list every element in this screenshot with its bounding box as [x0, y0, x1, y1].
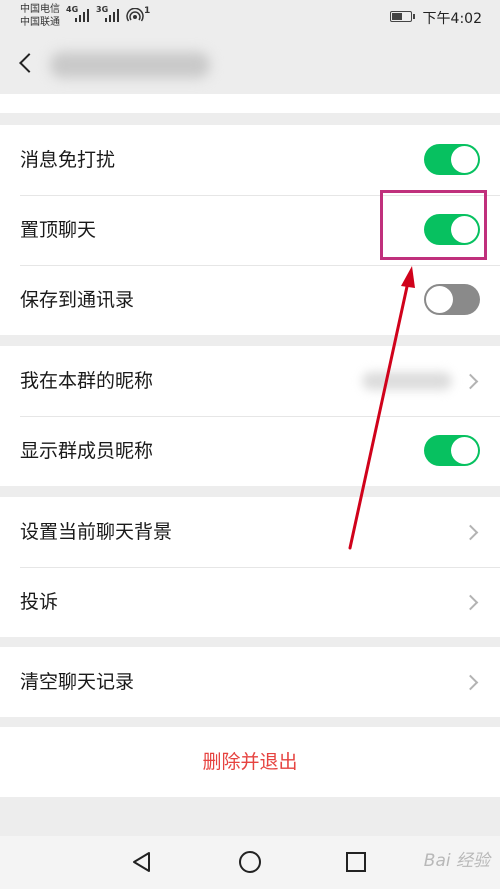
chevron-right-icon — [462, 524, 479, 541]
battery-icon — [390, 11, 415, 22]
hotspot-badge: 1 — [144, 6, 151, 16]
row-save-contacts[interactable]: 保存到通讯录 — [0, 265, 500, 335]
pin-chat-label: 置顶聊天 — [20, 219, 97, 241]
chevron-right-icon — [462, 594, 479, 611]
row-chat-background[interactable]: 设置当前聊天背景 — [0, 497, 500, 567]
delete-and-exit-label: 删除并退出 — [202, 751, 298, 773]
nav-recent-apps-icon[interactable] — [344, 850, 368, 874]
settings-group-5: 删除并退出 — [0, 727, 500, 797]
show-member-names-toggle[interactable] — [424, 435, 480, 466]
row-show-member-names[interactable]: 显示群成员昵称 — [0, 416, 500, 486]
carrier-labels: 中国电信 中国联通 — [20, 3, 60, 29]
settings-group-3: 设置当前聊天背景 投诉 — [0, 497, 500, 637]
signal-icon-2 — [105, 9, 119, 22]
show-member-names-label: 显示群成员昵称 — [20, 440, 154, 462]
row-mute[interactable]: 消息免打扰 — [0, 125, 500, 195]
save-contacts-toggle[interactable] — [424, 284, 480, 315]
mute-label: 消息免打扰 — [20, 149, 116, 171]
back-arrow-icon[interactable] — [19, 53, 39, 73]
status-bar: 中国电信 中国联通 4G 3G 1 下午4:02 — [0, 0, 500, 36]
nav-back-icon[interactable] — [130, 850, 154, 874]
title-bar — [0, 36, 500, 94]
row-complain[interactable]: 投诉 — [0, 567, 500, 637]
carrier-1: 中国电信 — [20, 4, 60, 15]
row-clear-history[interactable]: 清空聊天记录 — [0, 647, 500, 717]
group-partial — [0, 94, 500, 113]
mute-toggle[interactable] — [424, 144, 480, 175]
blurred-chat-title — [50, 52, 210, 78]
annotation-highlight-box — [380, 190, 487, 260]
clear-history-label: 清空聊天记录 — [20, 671, 135, 693]
chat-background-label: 设置当前聊天背景 — [20, 521, 173, 543]
save-contacts-label: 保存到通讯录 — [20, 289, 135, 311]
blurred-nickname-value — [362, 372, 452, 390]
row-my-nickname[interactable]: 我在本群的昵称 — [0, 346, 500, 416]
settings-group-4: 清空聊天记录 — [0, 647, 500, 717]
settings-group-2: 我在本群的昵称 显示群成员昵称 — [0, 346, 500, 486]
system-nav-bar: Bai 经验 — [0, 836, 500, 889]
complain-label: 投诉 — [20, 591, 59, 613]
carrier-2: 中国联通 — [20, 17, 60, 28]
signal-icon-1 — [75, 9, 89, 22]
nav-home-icon[interactable] — [238, 850, 262, 874]
my-nickname-label: 我在本群的昵称 — [20, 370, 154, 392]
status-time: 下午4:02 — [422, 11, 482, 27]
chevron-right-icon — [462, 674, 479, 691]
hotspot-icon — [126, 8, 144, 22]
chevron-right-icon — [462, 373, 479, 390]
watermark: Bai 经验 — [423, 851, 490, 871]
delete-and-exit-button[interactable]: 删除并退出 — [0, 727, 500, 797]
